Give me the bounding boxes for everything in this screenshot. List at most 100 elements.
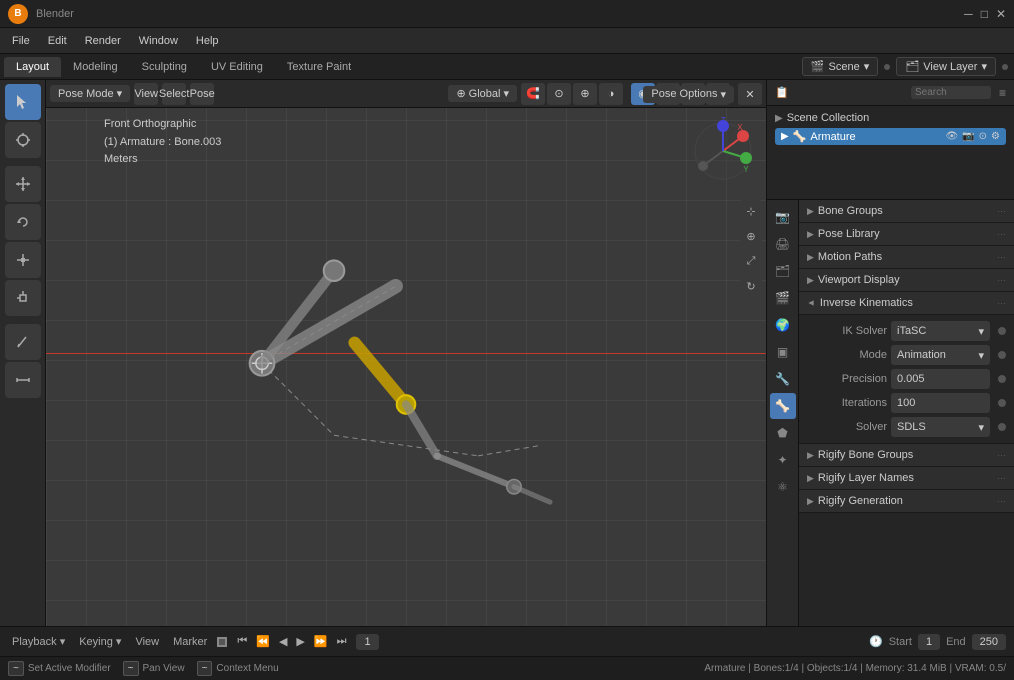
current-frame[interactable]: 1 <box>356 634 378 650</box>
tool-select[interactable] <box>5 84 41 120</box>
status-item-3: ~ Context Menu <box>197 661 279 676</box>
scene-collection-row[interactable]: ▶ Scene Collection <box>775 110 1006 126</box>
view-layer-selector[interactable]: 🗂 View Layer ▾ <box>896 57 996 76</box>
jump-end-button[interactable]: ⏭ <box>333 633 351 650</box>
section-bone-groups[interactable]: ▶ Bone Groups ⋯ <box>799 200 1014 223</box>
vp-tool-4[interactable]: ↻ <box>740 275 762 297</box>
vp-tool-2[interactable]: ⊕ <box>740 225 762 247</box>
section-rigify-layer-names[interactable]: ▶ Rigify Layer Names ⋯ <box>799 467 1014 490</box>
props-icon-particles[interactable]: ✦ <box>770 447 796 473</box>
section-inverse-kinematics[interactable]: ▼ Inverse Kinematics ⋯ <box>799 292 1014 315</box>
timeline-marker-menu[interactable]: Marker <box>169 634 211 650</box>
menu-edit[interactable]: Edit <box>40 33 75 49</box>
ik-precision-value[interactable]: 0.005 <box>891 369 990 389</box>
armature-render-icon[interactable]: ⊙ <box>979 131 987 142</box>
close-button[interactable]: ✕ <box>996 7 1006 21</box>
end-frame[interactable]: 250 <box>972 634 1006 650</box>
menu-file[interactable]: File <box>4 33 38 49</box>
viewport-gizmo[interactable]: X Y Z <box>688 116 758 186</box>
blender-logo: B <box>8 4 28 24</box>
tab-sculpting[interactable]: Sculpting <box>130 57 199 77</box>
section-rigify-layer-names-triangle: ▶ <box>807 473 814 484</box>
tool-measure[interactable] <box>5 362 41 398</box>
props-icon-object[interactable]: ▣ <box>770 339 796 365</box>
props-icon-physics[interactable]: ⚛ <box>770 474 796 500</box>
view-layer-close[interactable] <box>1002 64 1008 70</box>
tool-transform[interactable] <box>5 280 41 316</box>
tab-modeling[interactable]: Modeling <box>61 57 130 77</box>
outliner-filter-icon[interactable]: ≡ <box>999 86 1006 100</box>
section-bone-groups-dots: ⋯ <box>997 206 1006 217</box>
tool-cursor[interactable] <box>5 122 41 158</box>
section-rigify-bone-groups-triangle: ▶ <box>807 450 814 461</box>
status-key-3: ~ <box>197 661 213 676</box>
vp-tool-1[interactable]: ⊹ <box>740 200 762 222</box>
outliner-content: ▶ Scene Collection ▶ 🦴 Armature 👁 📷 ⊙ ⚙ <box>767 106 1014 199</box>
status-text-3: Context Menu <box>216 663 278 674</box>
menu-help[interactable]: Help <box>188 33 227 49</box>
props-icon-render[interactable]: 📷 <box>770 204 796 230</box>
tool-move[interactable] <box>5 166 41 202</box>
maximize-button[interactable]: □ <box>981 7 988 21</box>
props-icon-scene[interactable]: 🎬 <box>770 285 796 311</box>
tool-annotate[interactable] <box>5 324 41 360</box>
properties-icon-bar: 📷 🖨 🗂 🎬 🌍 ▣ 🔧 🦴 ⬟ ✦ ⚛ <box>767 200 799 626</box>
menu-render[interactable]: Render <box>77 33 129 49</box>
tab-layout[interactable]: Layout <box>4 57 61 77</box>
armature-camera-icon[interactable]: 📷 <box>962 131 974 142</box>
status-info: Armature | Bones:1/4 | Objects:1/4 | Mem… <box>704 663 1006 674</box>
timeline-playback-menu[interactable]: Playback ▾ <box>8 633 69 650</box>
start-frame[interactable]: 1 <box>918 634 940 650</box>
minimize-button[interactable]: ─ <box>964 7 973 21</box>
titlebar: B Blender ─ □ ✕ <box>0 0 1014 28</box>
ik-solver2-dropdown[interactable]: SDLS ▾ <box>891 417 990 437</box>
ik-solver2-dot <box>998 423 1006 431</box>
viewport[interactable]: Pose Mode ▾ View Select Pose ⊕ Global ▾ … <box>46 80 766 626</box>
play-button[interactable]: ▶ <box>292 633 308 650</box>
props-icon-material[interactable]: ⬟ <box>770 420 796 446</box>
section-bone-groups-label: Bone Groups <box>818 205 883 217</box>
workspace-right: 🎬 Scene ▾ 🗂 View Layer ▾ <box>802 57 1010 76</box>
ik-solver-dot <box>998 327 1006 335</box>
armature-settings-icon[interactable]: ⚙ <box>991 131 1000 142</box>
scene-selector[interactable]: 🎬 Scene ▾ <box>802 57 878 76</box>
timeline-view-menu[interactable]: View <box>131 634 163 650</box>
vp-tool-3[interactable]: ⤢ <box>740 250 762 272</box>
tab-texture-paint[interactable]: Texture Paint <box>275 57 363 77</box>
props-icon-view-layer[interactable]: 🗂 <box>770 258 796 284</box>
props-icon-object-data[interactable]: 🦴 <box>770 393 796 419</box>
section-ik-label: Inverse Kinematics <box>820 297 913 309</box>
workspacebar: Layout Modeling Sculpting UV Editing Tex… <box>0 54 1014 80</box>
section-pose-library[interactable]: ▶ Pose Library ⋯ <box>799 223 1014 246</box>
armature-row[interactable]: ▶ 🦴 Armature 👁 📷 ⊙ ⚙ <box>775 128 1006 145</box>
ik-iterations-value[interactable]: 100 <box>891 393 990 413</box>
props-icon-modifier[interactable]: 🔧 <box>770 366 796 392</box>
props-icon-output[interactable]: 🖨 <box>770 231 796 257</box>
window-controls[interactable]: ─ □ ✕ <box>964 7 1006 21</box>
ik-mode-dropdown[interactable]: Animation ▾ <box>891 345 990 365</box>
timeline-keying-menu[interactable]: Keying ▾ <box>75 633 125 650</box>
section-rigify-bone-groups-label: Rigify Bone Groups <box>818 449 913 461</box>
section-viewport-display[interactable]: ▶ Viewport Display ⋯ <box>799 269 1014 292</box>
props-icon-world[interactable]: 🌍 <box>770 312 796 338</box>
step-back-button[interactable]: ⏪ <box>252 633 274 650</box>
ik-solver-dropdown[interactable]: iTaSC ▾ <box>891 321 990 341</box>
status-item-2: ~ Pan View <box>123 661 185 676</box>
scene-collection-label: Scene Collection <box>787 112 870 124</box>
tool-rotate[interactable] <box>5 204 41 240</box>
play-back-button[interactable]: ◀ <box>275 633 291 650</box>
ik-precision-row: Precision 0.005 <box>799 367 1014 391</box>
tab-uv-editing[interactable]: UV Editing <box>199 57 275 77</box>
status-item-1: ~ Set Active Modifier <box>8 661 111 676</box>
section-rigify-generation[interactable]: ▶ Rigify Generation ⋯ <box>799 490 1014 513</box>
jump-start-button[interactable]: ⏮ <box>233 633 251 650</box>
armature-eye-icon[interactable]: 👁 <box>945 131 958 142</box>
step-forward-button[interactable]: ⏩ <box>310 633 332 650</box>
section-rigify-bone-groups[interactable]: ▶ Rigify Bone Groups ⋯ <box>799 444 1014 467</box>
menu-window[interactable]: Window <box>131 33 186 49</box>
outliner-search[interactable] <box>911 86 991 99</box>
section-motion-paths[interactable]: ▶ Motion Paths ⋯ <box>799 246 1014 269</box>
scene-close[interactable] <box>884 64 890 70</box>
tool-scale[interactable] <box>5 242 41 278</box>
status-text-2: Pan View <box>143 663 185 674</box>
